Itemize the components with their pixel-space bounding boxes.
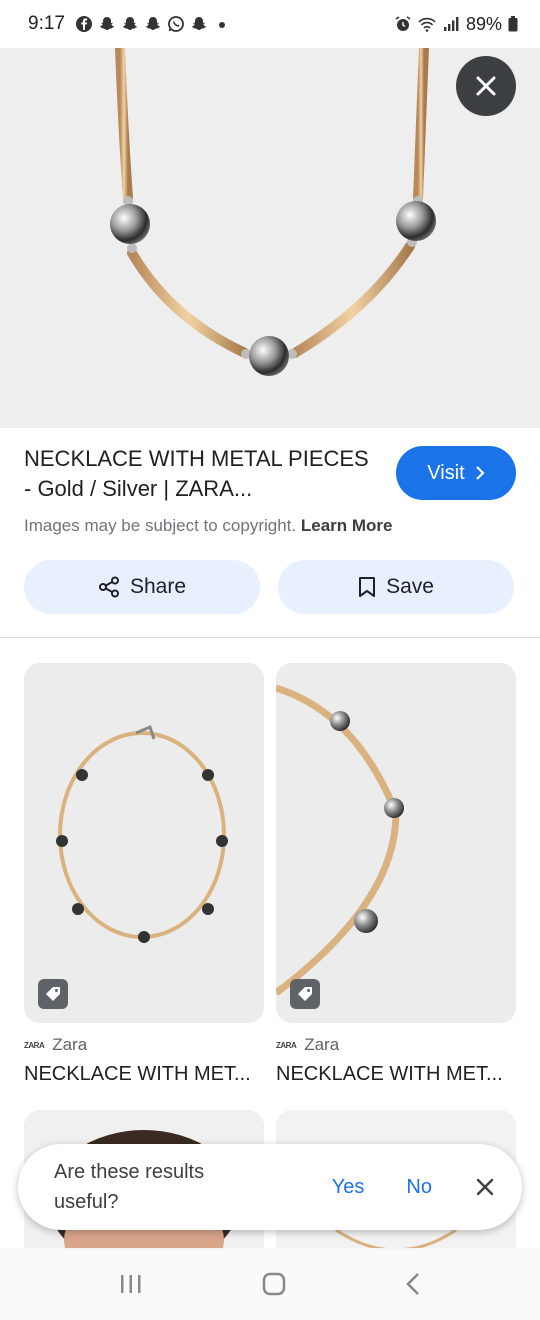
source-logo: ZARA	[24, 1040, 45, 1050]
source-name: Zara	[304, 1035, 340, 1054]
result-title[interactable]: NECKLACE WITH METAL PIECES - Gold / Silv…	[24, 444, 374, 504]
result-source: ZARA Zara	[24, 1035, 264, 1055]
close-button[interactable]	[456, 56, 516, 116]
share-button[interactable]: Share	[24, 560, 260, 614]
copyright-notice: Images may be subject to copyright. Lear…	[24, 516, 516, 536]
facebook-icon	[75, 16, 92, 32]
visit-label: Visit	[427, 461, 465, 484]
close-icon	[476, 76, 496, 96]
save-label: Save	[386, 575, 434, 598]
snapchat-icon	[145, 17, 161, 30]
wifi-icon	[418, 17, 436, 32]
visit-button[interactable]: Visit	[396, 446, 516, 500]
result-card[interactable]: ZARA Zara NECKLACE WITH MET...	[24, 663, 264, 1086]
back-icon[interactable]	[404, 1271, 422, 1297]
save-button[interactable]: Save	[278, 560, 514, 614]
snapchat-icon	[122, 17, 138, 30]
signal-icon	[443, 17, 459, 31]
whatsapp-icon	[168, 16, 184, 32]
result-thumbnail[interactable]	[24, 663, 264, 1023]
price-tag-icon	[38, 979, 68, 1009]
source-name: Zara	[52, 1035, 88, 1054]
status-bar: 9:17 89%	[0, 0, 540, 48]
product-image[interactable]	[0, 48, 540, 428]
system-status: 89%	[394, 14, 518, 35]
feedback-yes-button[interactable]: Yes	[332, 1176, 365, 1199]
feedback-close-icon[interactable]	[474, 1176, 496, 1198]
action-buttons: Share Save	[24, 560, 514, 614]
bookmark-icon	[359, 577, 376, 597]
price-tag-icon	[290, 979, 320, 1009]
necklace-thumbnail-image	[24, 663, 264, 1023]
result-card[interactable]: ZARA Zara NECKLACE WITH MET...	[276, 663, 516, 1086]
feedback-question: Are these results useful?	[54, 1161, 205, 1213]
alarm-icon	[395, 16, 411, 31]
share-icon	[98, 576, 119, 598]
copyright-text: Images may be subject to copyright.	[24, 516, 297, 535]
tag-icon	[298, 987, 312, 1001]
system-nav-bar	[0, 1248, 540, 1320]
battery-percent: 89%	[465, 13, 502, 34]
necklace-closeup-image	[276, 663, 516, 1023]
notification-icons	[75, 15, 231, 33]
dot-icon	[218, 22, 225, 28]
divider	[0, 637, 540, 638]
source-logo: ZARA	[276, 1040, 297, 1050]
chevron-right-icon	[475, 466, 485, 480]
tag-icon	[46, 987, 60, 1001]
feedback-popup: Are these results useful? Yes No	[18, 1144, 522, 1230]
snapchat-icon	[99, 17, 115, 30]
result-card-title[interactable]: NECKLACE WITH MET...	[276, 1063, 516, 1086]
result-info: NECKLACE WITH METAL PIECES - Gold / Silv…	[24, 444, 516, 536]
result-thumbnail[interactable]	[276, 663, 516, 1023]
snapchat-icon	[191, 17, 207, 30]
recent-apps-icon[interactable]	[118, 1273, 144, 1295]
battery-icon	[508, 16, 518, 32]
learn-more-link[interactable]: Learn More	[301, 516, 393, 535]
feedback-no-button[interactable]: No	[406, 1176, 432, 1199]
home-icon[interactable]	[261, 1271, 287, 1297]
necklace-image	[0, 48, 540, 428]
result-card-title[interactable]: NECKLACE WITH MET...	[24, 1063, 264, 1086]
share-label: Share	[129, 575, 187, 598]
status-time: 9:17	[28, 13, 65, 34]
result-source: ZARA Zara	[276, 1035, 516, 1055]
